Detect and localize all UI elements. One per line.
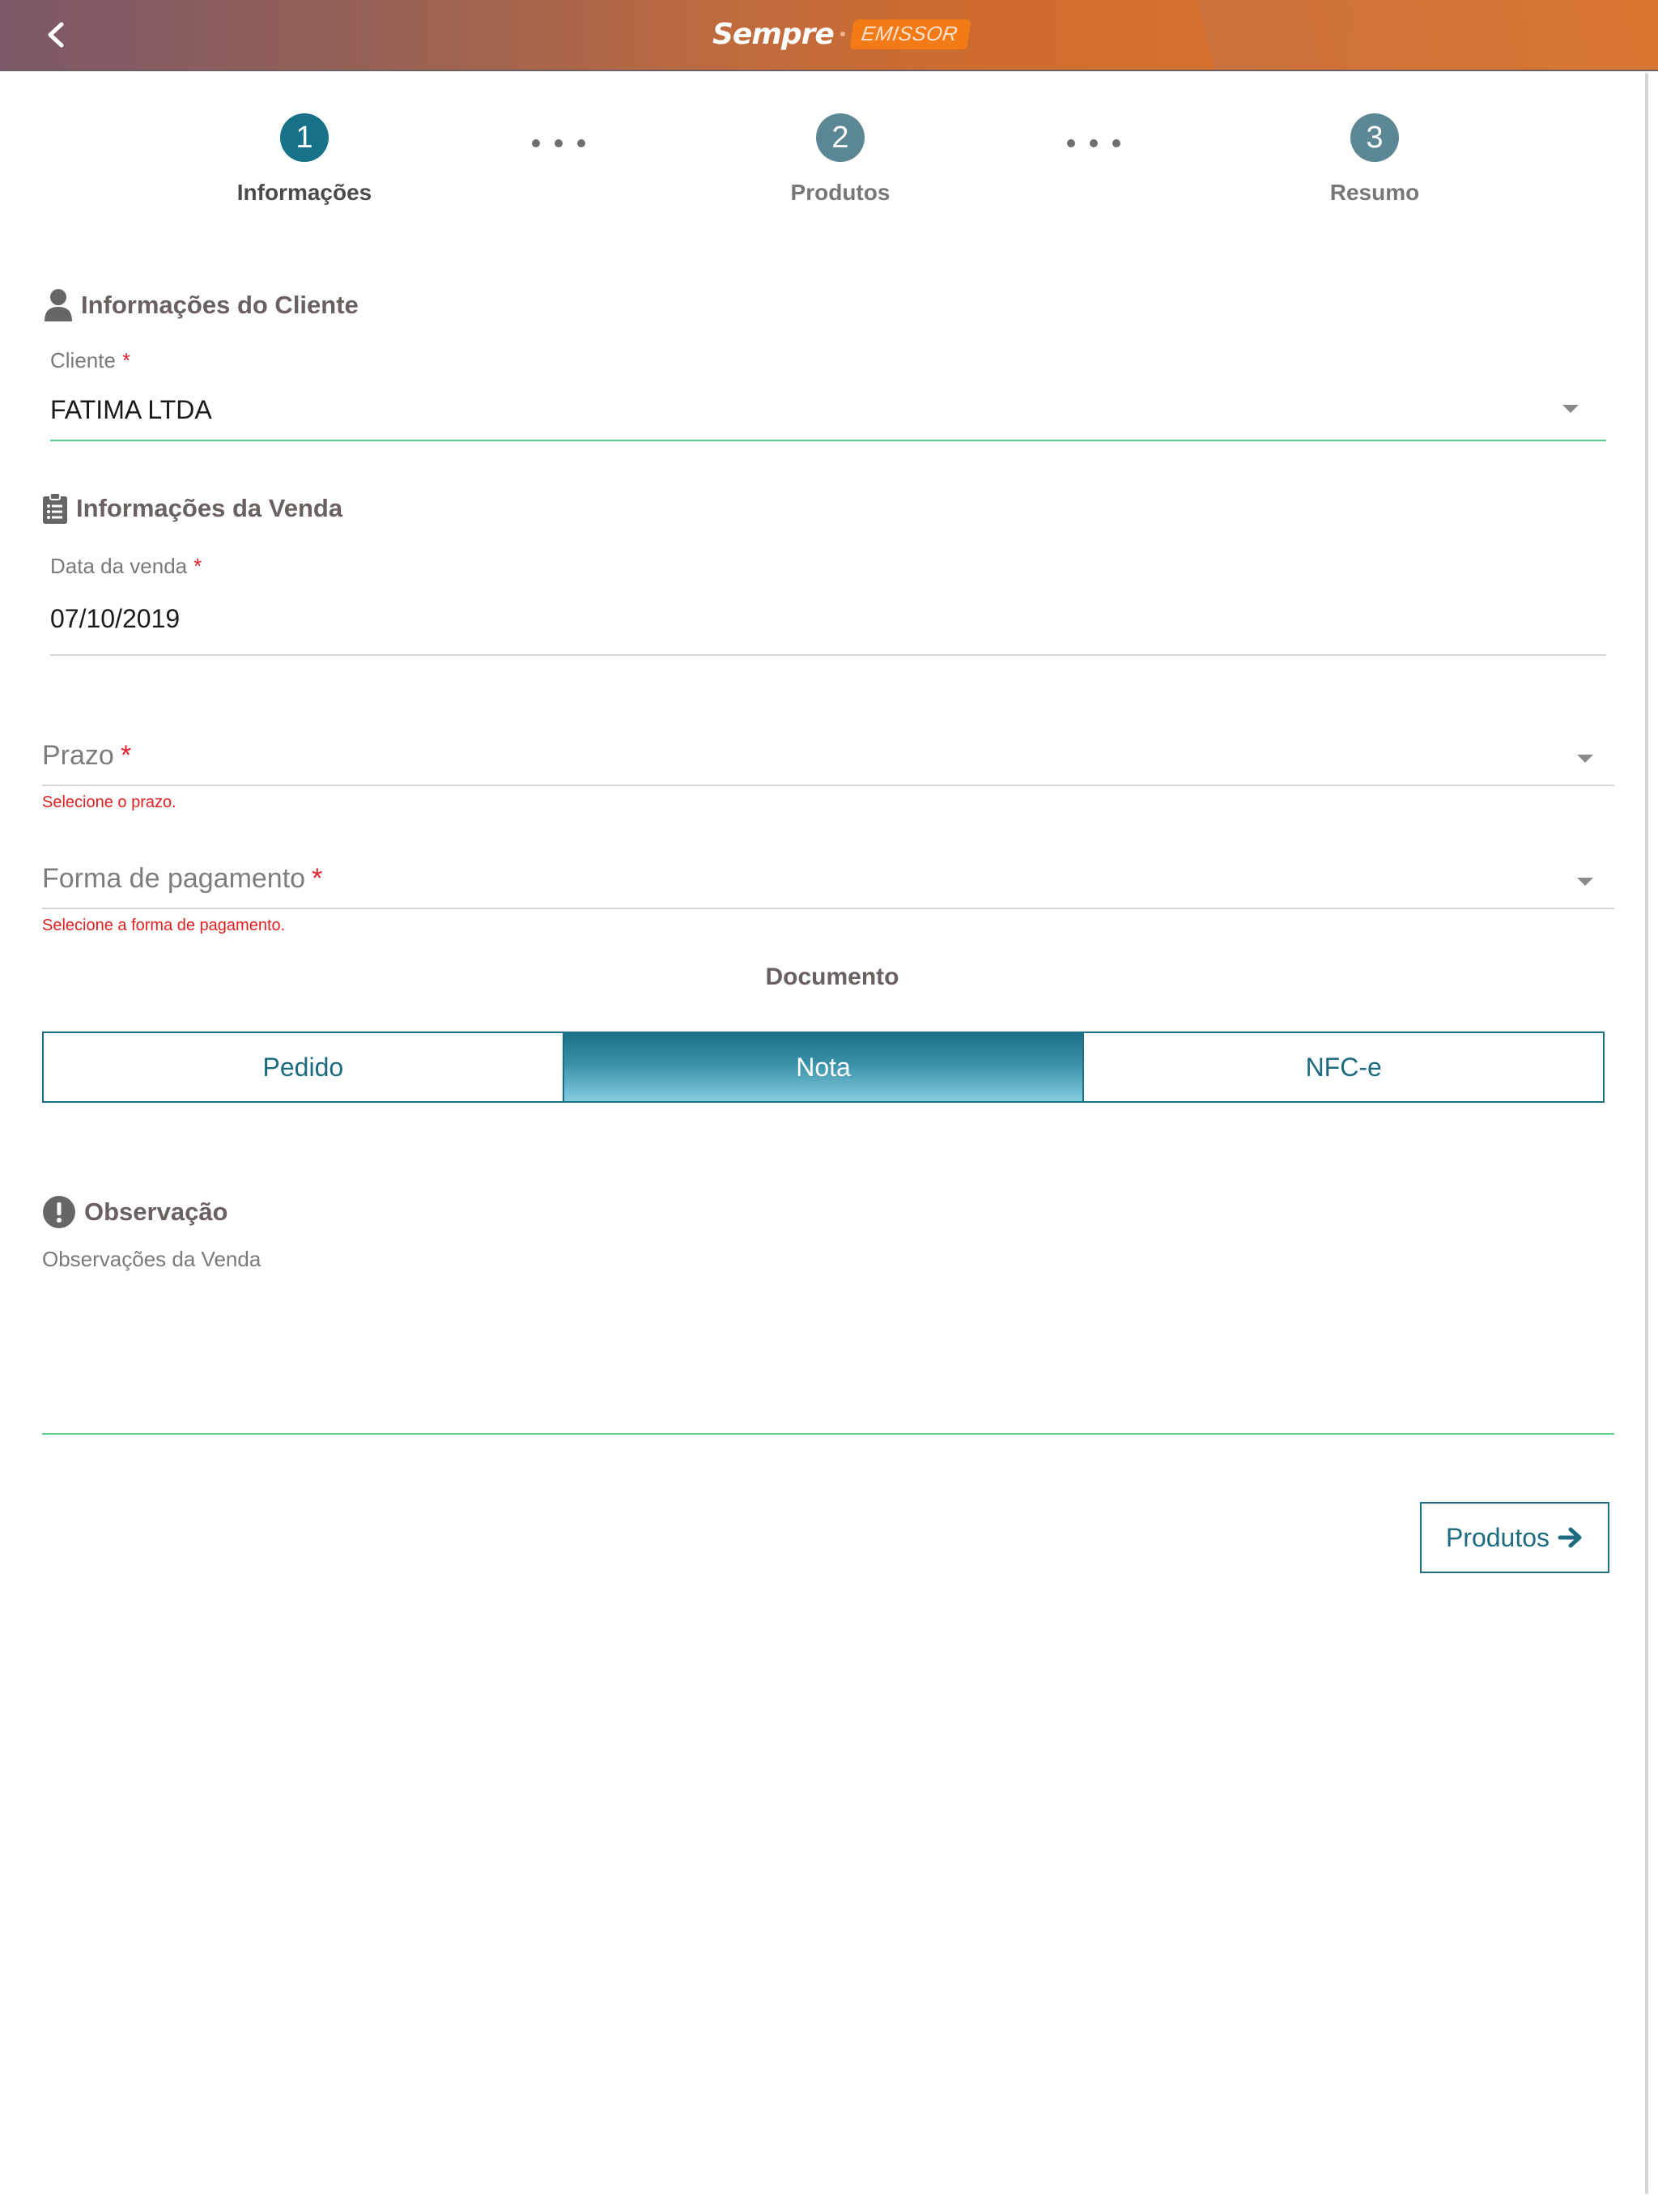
step-number: 3 [1350,113,1399,162]
segment-nfce[interactable]: NFC-e [1082,1033,1604,1101]
clipboard-list-icon [43,492,67,524]
data-venda-label: Data da venda * [50,554,202,578]
step-label: Informações [236,180,372,205]
cliente-underline [50,440,1606,441]
forma-pagamento-underline [42,908,1614,909]
next-button-label: Produtos [1445,1522,1550,1552]
cliente-label: Cliente * [50,348,131,372]
cliente-section-title: Informações do Cliente [44,288,359,322]
segment-nota[interactable]: Nota [562,1033,1083,1101]
step-resumo[interactable]: 3 Resumo [1278,113,1472,206]
step-number: 2 [816,113,865,162]
user-icon [45,289,72,321]
header-decoration [1195,0,1658,70]
documento-segmented-control: Pedido Nota NFC-e [42,1032,1605,1103]
chevron-down-icon[interactable] [1577,878,1593,886]
forma-pagamento-select[interactable]: Forma de pagamento * [42,863,322,895]
observacao-placeholder: Observações da Venda [42,1247,261,1271]
vertical-scrollbar[interactable] [1645,73,1648,2194]
prazo-underline [42,785,1614,786]
step-label: Produtos [790,180,891,205]
data-venda-underline [50,654,1606,656]
observacao-underline [42,1433,1614,1435]
chevron-down-icon[interactable] [1562,405,1579,413]
cliente-select-value[interactable]: FATIMA LTDA [50,395,212,425]
venda-section-title: Informações da Venda [42,492,342,525]
step-connector [1067,139,1120,147]
forma-pagamento-error: Selecione a forma de pagamento. [42,917,286,934]
prazo-error: Selecione o prazo. [42,793,176,811]
logo-badge: EMISSOR [849,19,971,49]
observacao-section-title: Observação [42,1195,228,1229]
app-header: Sempre EMISSOR [0,0,1658,71]
step-connector [532,139,585,147]
required-mark: * [312,863,323,894]
observacao-textarea[interactable] [42,1287,1614,1433]
required-mark: * [193,554,202,578]
step-label: Resumo [1329,180,1420,205]
section-title-text: Informações da Venda [76,494,343,522]
documento-title: Documento [765,963,899,990]
step-produtos[interactable]: 2 Produtos [743,113,937,206]
chevron-down-icon[interactable] [1577,755,1593,763]
section-title-text: Informações do Cliente [81,291,359,319]
step-informacoes[interactable]: 1 Informações [207,113,402,206]
section-title-text: Observação [84,1197,228,1226]
required-mark: * [121,348,131,372]
arrow-right-icon [1558,1527,1582,1548]
logo-text: Sempre [712,17,835,51]
segment-pedido[interactable]: Pedido [44,1033,563,1101]
step-number: 1 [280,113,329,162]
back-button[interactable] [36,15,76,55]
data-venda-input[interactable]: 07/10/2019 [50,604,180,634]
prazo-select[interactable]: Prazo * [42,740,131,772]
next-produtos-button[interactable]: Produtos [1420,1502,1609,1573]
chevron-left-icon [48,22,64,48]
required-mark: * [120,740,132,771]
exclamation-circle-icon [43,1196,75,1228]
logo-dot [840,32,845,36]
app-logo: Sempre EMISSOR [712,10,971,58]
